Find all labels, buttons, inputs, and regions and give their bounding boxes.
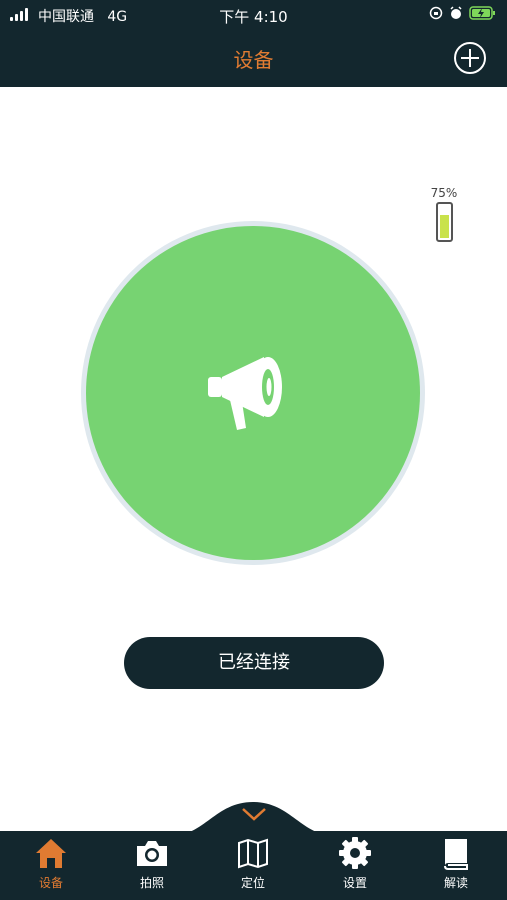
- battery-charging-icon: [469, 6, 495, 20]
- plus-circle-icon[interactable]: [453, 41, 487, 75]
- device-status-circle: [86, 226, 420, 560]
- battery-percent: 75%: [430, 186, 458, 200]
- status-bar: 中国联通 4G 下午 4:10: [0, 0, 507, 30]
- nav-bar: 设备: [0, 30, 507, 87]
- book-icon: [444, 839, 468, 870]
- rotation-lock-icon: [429, 6, 443, 20]
- battery-icon: [435, 202, 453, 242]
- gear-icon: [339, 837, 371, 869]
- tab-interpret[interactable]: 解读: [426, 836, 486, 891]
- tab-camera[interactable]: 拍照: [122, 836, 182, 891]
- page-title: 设备: [233, 48, 274, 72]
- tab-label: 设备: [38, 876, 63, 890]
- chevron-down-icon[interactable]: [240, 806, 268, 822]
- tab-label: 解读: [443, 876, 468, 890]
- tab-label: 设置: [342, 876, 367, 890]
- device-battery: 75%: [428, 186, 460, 242]
- battery-fill: [439, 215, 449, 238]
- device-alarm-button[interactable]: [81, 221, 425, 565]
- home-icon: [36, 839, 66, 868]
- tab-label: 定位: [240, 876, 265, 890]
- camera-icon: [137, 841, 167, 866]
- tab-settings[interactable]: 设置: [325, 836, 385, 891]
- tab-label: 拍照: [139, 876, 164, 890]
- alarm-icon: [450, 6, 462, 19]
- map-icon: [238, 838, 268, 869]
- tab-location[interactable]: 定位: [223, 836, 283, 891]
- status-icons: [429, 6, 497, 20]
- connection-status-button[interactable]: 已经连接: [124, 637, 384, 689]
- tab-device[interactable]: 设备: [21, 836, 81, 891]
- megaphone-icon: [208, 357, 282, 430]
